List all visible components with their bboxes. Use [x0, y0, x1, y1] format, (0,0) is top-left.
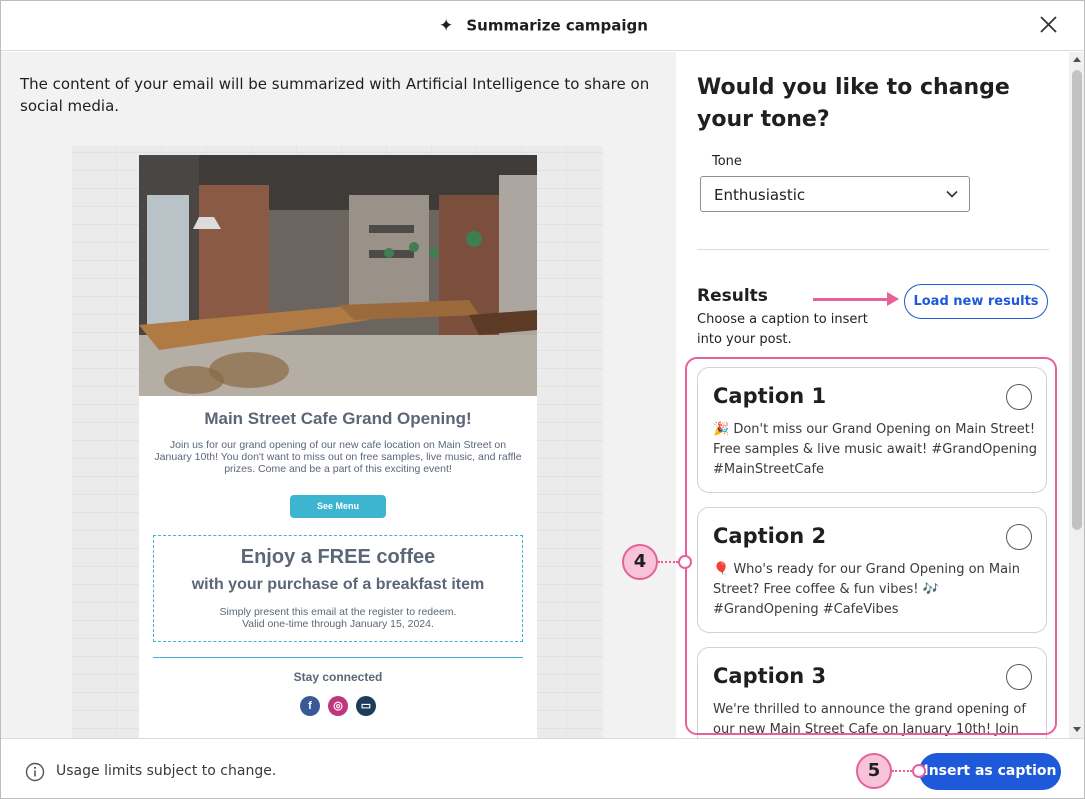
instagram-icon[interactable]: ◎ [328, 696, 348, 716]
email-preview-panel: The content of your email will be summar… [1, 52, 676, 738]
captions-highlight [685, 357, 1057, 735]
summarize-campaign-dialog: ✦ Summarize campaign The content of your… [0, 0, 1085, 799]
email-preview[interactable]: Main Street Cafe Grand Opening! Join us … [139, 155, 537, 738]
title-wrap: ✦ Summarize campaign [1, 15, 1084, 36]
email-divider [153, 657, 523, 658]
coupon-line-2: Valid one-time through January 15, 2024. [242, 618, 434, 630]
callout-arrow-icon [887, 292, 899, 306]
see-menu-button[interactable]: See Menu [290, 495, 386, 518]
coupon-line-1: Simply present this email at the registe… [219, 606, 457, 618]
coupon-block: Enjoy a FREE coffee with your purchase o… [153, 535, 523, 642]
email-title: Main Street Cafe Grand Opening! [204, 409, 472, 428]
callout-connector-5 [892, 770, 912, 772]
usage-note: Usage limits subject to change. [56, 763, 277, 779]
callout-connector-4 [658, 561, 678, 563]
results-heading: Results [697, 286, 768, 306]
tone-label: Tone [712, 154, 742, 169]
website-icon[interactable]: ▭ [356, 696, 376, 716]
dialog-header: ✦ Summarize campaign [1, 1, 1084, 51]
coupon-subhead: with your purchase of a breakfast item [191, 576, 485, 593]
callout-badge-5: 5 [856, 753, 892, 789]
sparkle-icon: ✦ [439, 15, 454, 36]
tone-selected-value: Enthusiastic [714, 186, 806, 204]
callout-ring-5 [912, 764, 926, 778]
callout-ring-4 [678, 555, 692, 569]
scroll-up-icon[interactable] [1073, 57, 1081, 62]
panel-scrollbar[interactable] [1069, 52, 1084, 738]
section-divider [697, 249, 1049, 250]
close-icon [1040, 16, 1057, 33]
cafe-interior-image [139, 155, 537, 396]
tone-select[interactable]: Enthusiastic [700, 176, 970, 212]
dialog-title: Summarize campaign [466, 16, 648, 35]
scroll-down-icon[interactable] [1073, 727, 1081, 732]
stay-connected-heading: Stay connected [293, 670, 383, 684]
facebook-icon[interactable]: f [300, 696, 320, 716]
scrollbar-thumb[interactable] [1072, 70, 1082, 530]
tone-question: Would you like to change your tone? [697, 75, 1010, 132]
chevron-down-icon [946, 190, 958, 198]
insert-as-caption-button[interactable]: Insert as caption [919, 753, 1061, 790]
intro-text: The content of your email will be summar… [20, 75, 650, 115]
callout-badge-4: 4 [622, 544, 658, 580]
info-icon [25, 762, 45, 782]
load-new-results-button[interactable]: Load new results [904, 284, 1048, 319]
email-body: Join us for our grand opening of our new… [154, 439, 522, 475]
coupon-headline: Enjoy a FREE coffee [240, 546, 436, 568]
results-subtext: Choose a caption to insert into your pos… [697, 312, 868, 347]
hero-image [139, 155, 537, 396]
social-icons: f ◎ ▭ [300, 696, 376, 716]
callout-arrow-line [813, 298, 889, 301]
close-button[interactable] [1034, 11, 1062, 39]
